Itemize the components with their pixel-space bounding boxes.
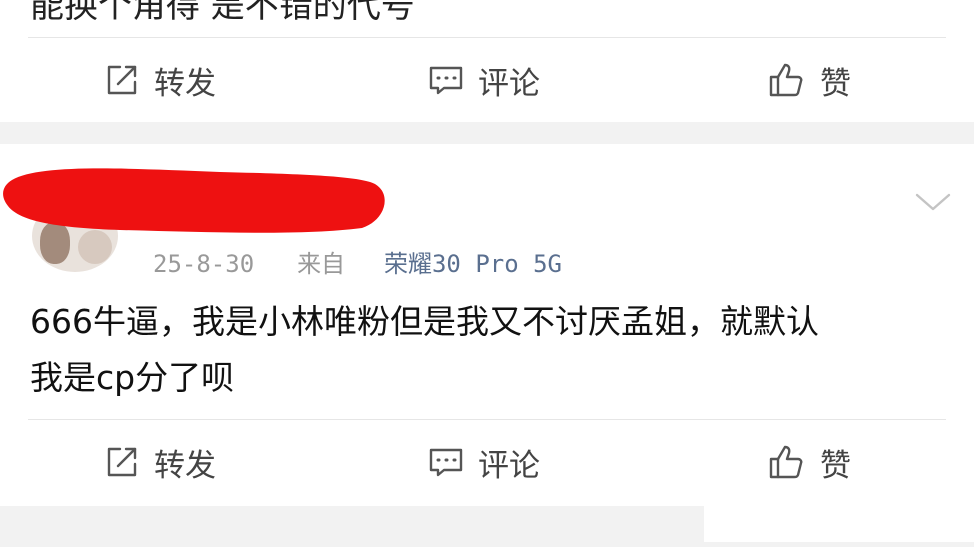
repost-button[interactable]: 转发 [104,420,216,504]
post-source-link[interactable]: 荣耀30 Pro 5G [384,250,562,278]
comment-icon [428,444,464,480]
share-icon [104,444,140,480]
comment-icon [428,62,464,98]
watermark-strip [704,506,974,542]
post-separator [0,122,974,144]
post-text-line: 666牛逼，我是小林唯粉但是我又不讨厌孟姐，就默认 [30,302,819,341]
post-text-line: 我是cp分了呗 [30,358,235,397]
chevron-down-icon [914,193,952,218]
comment-button[interactable]: 评论 [428,420,540,504]
thumbs-up-icon [768,443,806,481]
action-bar: 转发 评论 赞 [0,420,974,504]
redaction-mark [3,168,385,233]
source-prefix: 来自 [297,250,346,278]
previous-post-text: 能换个角得 是不错的代号 [30,0,415,26]
comment-button[interactable]: 评论 [428,38,540,122]
thumbs-up-icon [768,61,806,99]
like-button[interactable]: 赞 [768,420,851,504]
post-body: 666牛逼，我是小林唯粉但是我又不讨厌孟姐，就默认 我是cp分了呗 [30,294,940,406]
post-menu-button[interactable] [914,190,952,218]
like-button[interactable]: 赞 [768,38,851,122]
post-date: 25-8-30 [153,250,255,278]
action-bar-previous: 转发 评论 赞 [0,38,974,122]
post-meta: 25-8-30 来自 荣耀30 Pro 5G [153,244,562,279]
repost-label: 转发 [154,65,216,102]
share-icon [104,62,140,98]
like-label: 赞 [820,65,851,102]
repost-label: 转发 [154,447,216,484]
comment-label: 评论 [478,447,540,484]
like-label: 赞 [820,447,851,484]
repost-button[interactable]: 转发 [104,38,216,122]
comment-label: 评论 [478,65,540,102]
